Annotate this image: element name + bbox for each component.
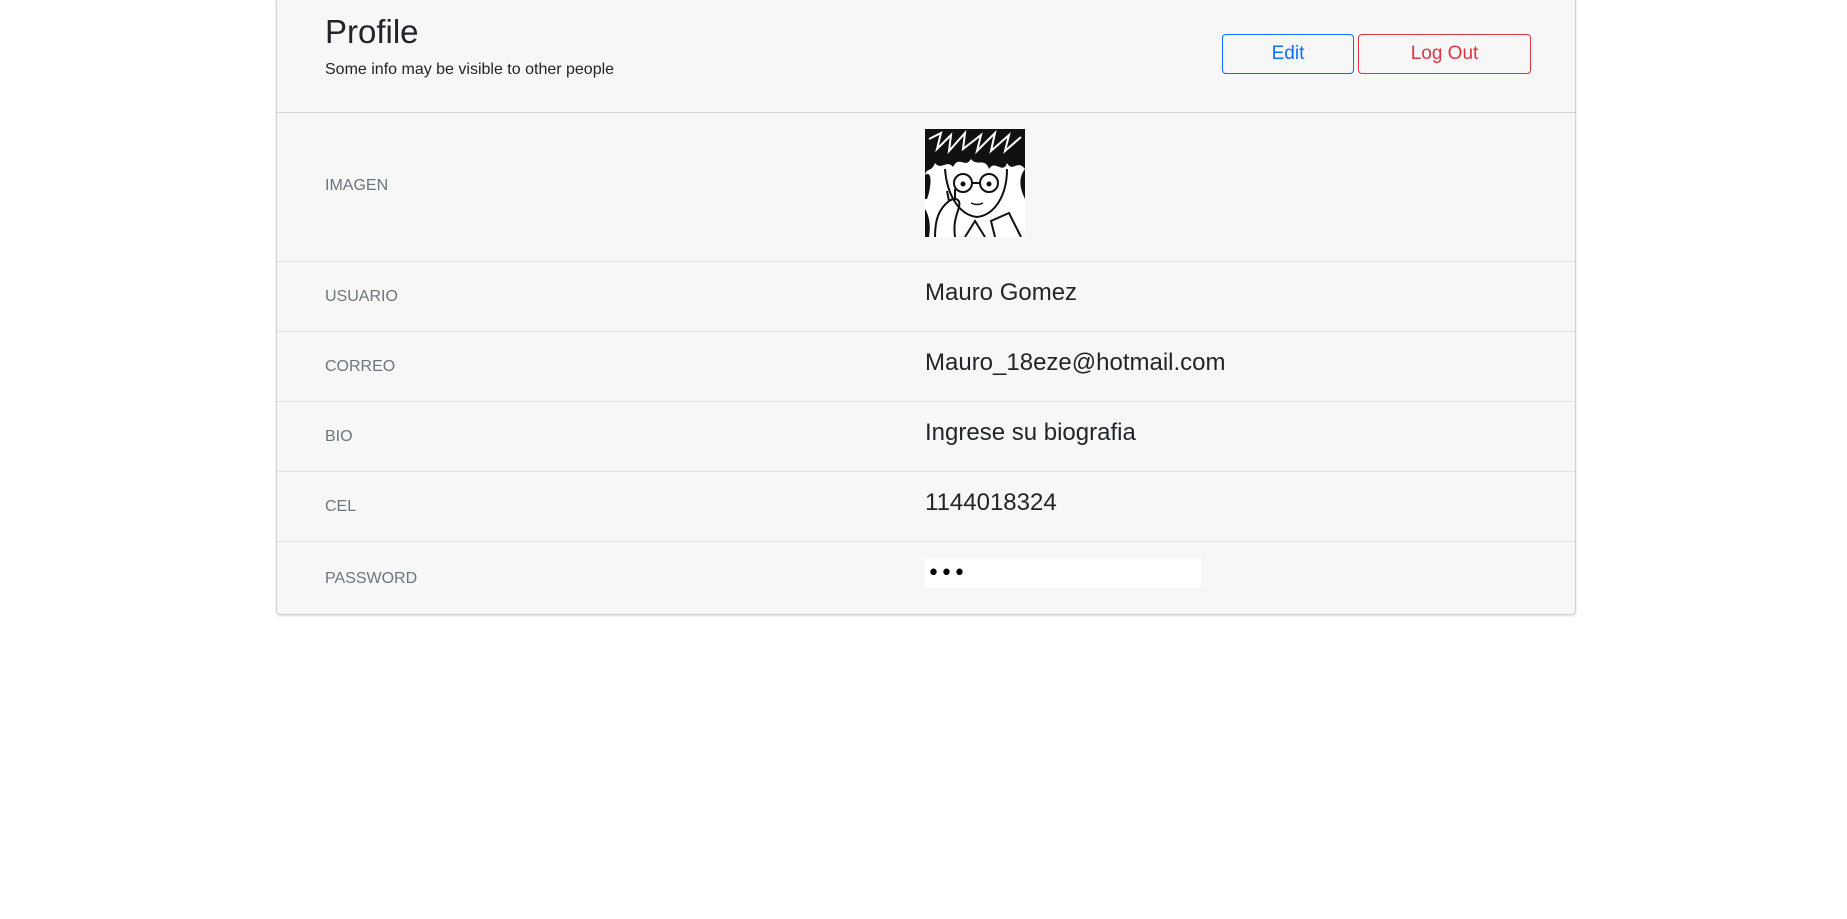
cel-label: CEL xyxy=(325,498,357,515)
avatar-image xyxy=(925,129,1025,237)
profile-card: Profile Some info may be visible to othe… xyxy=(276,0,1576,615)
image-row: IMAGEN xyxy=(277,113,1575,262)
bio-label: BIO xyxy=(325,428,353,445)
email-row: CORREO Mauro_18eze@hotmail.com xyxy=(277,332,1575,402)
email-label: CORREO xyxy=(325,358,396,375)
password-row: PASSWORD xyxy=(277,542,1575,614)
password-field[interactable] xyxy=(925,558,1201,588)
edit-button[interactable]: Edit xyxy=(1222,34,1354,74)
cel-row: CEL 1144018324 xyxy=(277,472,1575,542)
profile-header: Profile Some info may be visible to othe… xyxy=(277,0,1575,113)
avatar xyxy=(925,129,1025,237)
user-label: USUARIO xyxy=(325,288,398,305)
user-value: Mauro Gomez xyxy=(925,279,1078,306)
image-label: IMAGEN xyxy=(325,177,389,194)
user-row: USUARIO Mauro Gomez xyxy=(277,262,1575,332)
email-value: Mauro_18eze@hotmail.com xyxy=(925,349,1226,376)
bio-value: Ingrese su biografia xyxy=(925,419,1136,446)
bio-row: BIO Ingrese su biografia xyxy=(277,402,1575,472)
cel-value: 1144018324 xyxy=(925,489,1057,516)
page-title: Profile xyxy=(325,13,419,50)
logout-button[interactable]: Log Out xyxy=(1358,34,1531,74)
page-subtitle: Some info may be visible to other people xyxy=(325,61,615,78)
password-label: PASSWORD xyxy=(325,570,418,587)
